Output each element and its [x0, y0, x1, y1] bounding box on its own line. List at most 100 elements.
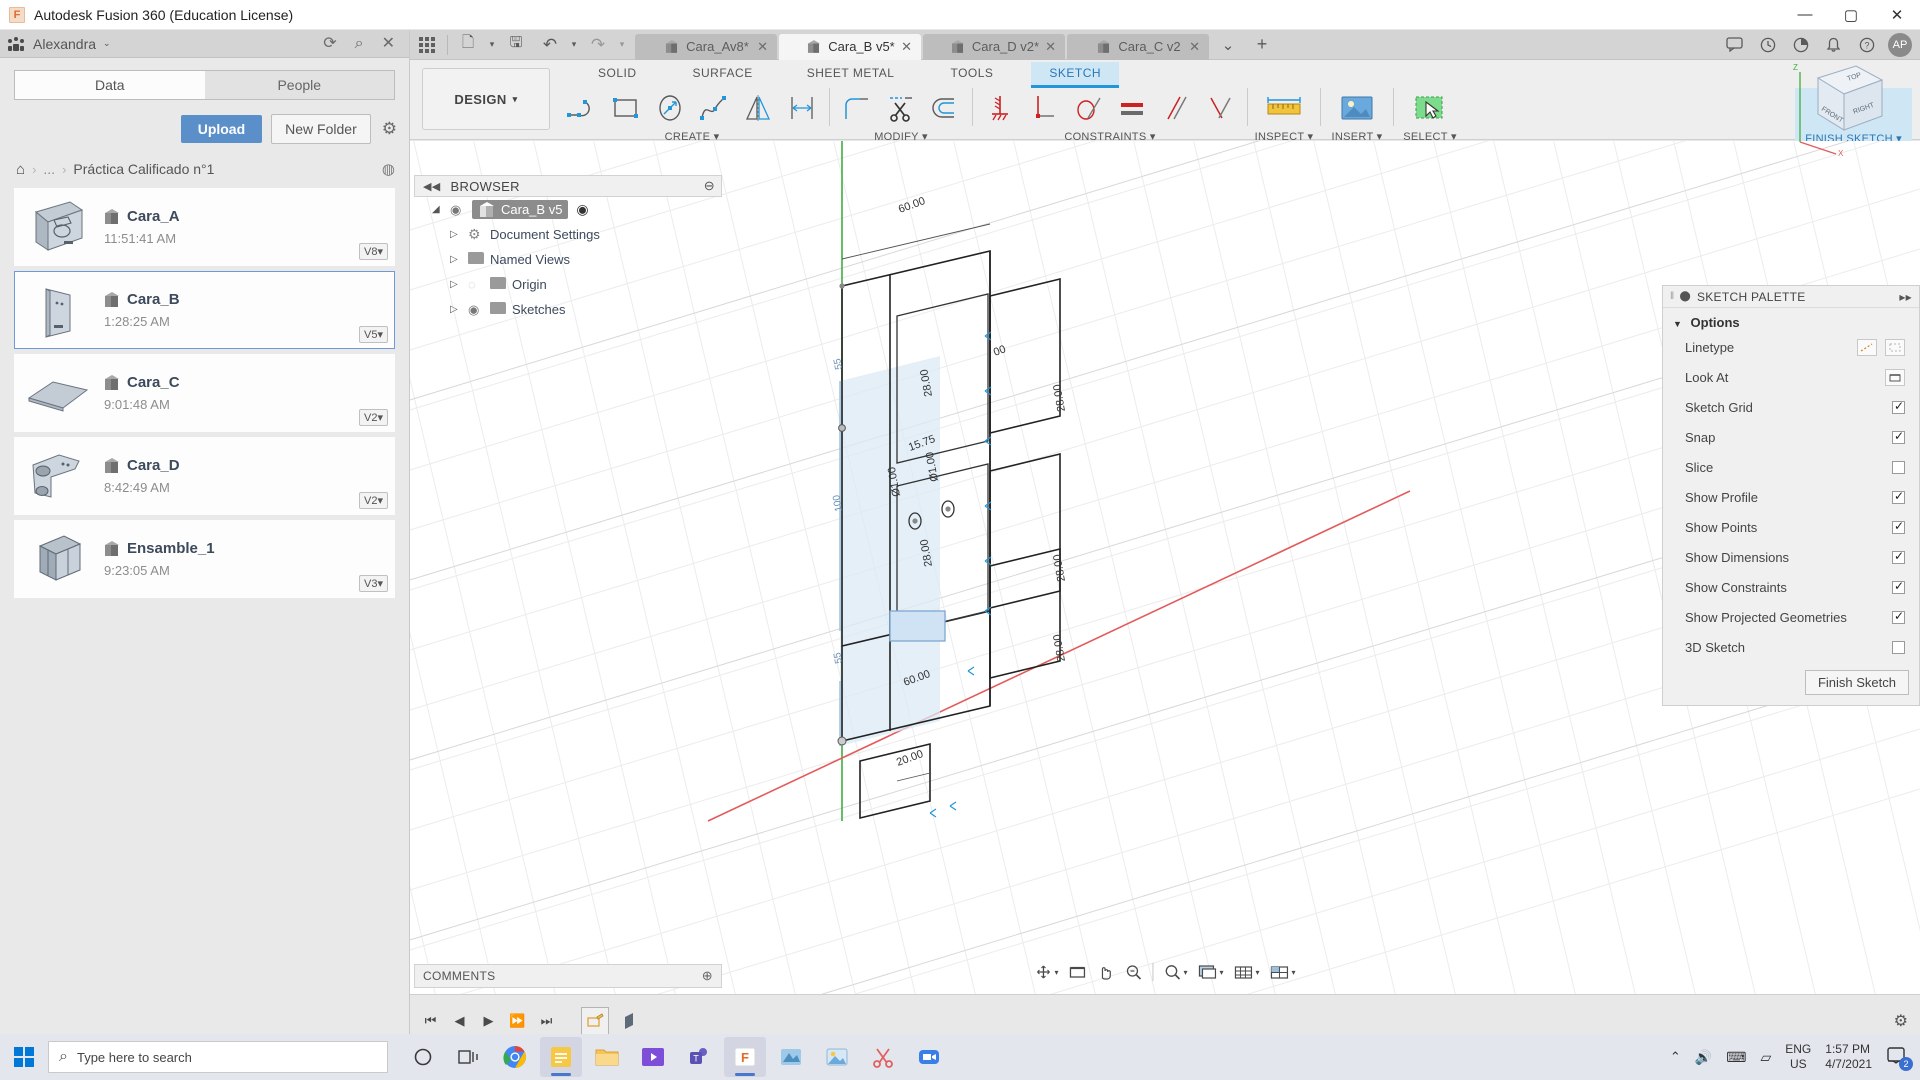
expand-arrow-icon[interactable]: ▷ [450, 254, 468, 265]
extrude-feature-icon[interactable] [615, 1007, 643, 1035]
tab-sheet-metal[interactable]: SHEET METAL [789, 62, 913, 88]
show-profile-checkbox[interactable] [1892, 489, 1905, 504]
palette-row-3d-sketch[interactable]: 3D Sketch [1663, 632, 1919, 662]
measure-icon[interactable] [1262, 88, 1306, 128]
volume-icon[interactable]: 🔊 [1695, 1049, 1712, 1066]
close-tab-icon[interactable]: ✕ [1189, 39, 1200, 55]
insert-image-icon[interactable] [1335, 88, 1379, 128]
fix-icon[interactable] [978, 88, 1022, 128]
show-constraints-checkbox[interactable] [1892, 579, 1905, 594]
step-forward-icon[interactable]: ⏩ [505, 1008, 530, 1033]
visibility-eye-icon[interactable]: ◉ [468, 302, 490, 318]
version-badge[interactable]: V5▾ [359, 326, 388, 343]
centerline-icon[interactable] [1885, 338, 1905, 356]
start-button[interactable] [0, 1034, 48, 1080]
add-comment-icon[interactable]: ⊕ [702, 968, 713, 984]
comment-icon[interactable] [1718, 30, 1751, 60]
select-icon[interactable] [1408, 88, 1452, 128]
user-dropdown-caret-icon[interactable]: ⌄ [103, 38, 111, 49]
palette-row-snap[interactable]: Snap [1663, 422, 1919, 452]
upload-button[interactable]: Upload [180, 115, 263, 143]
close-panel-icon[interactable]: ✕ [382, 35, 395, 52]
undo-icon[interactable]: ↶ [533, 30, 567, 60]
version-badge[interactable]: V2▾ [359, 409, 388, 426]
parallel-icon[interactable] [1154, 88, 1198, 128]
show-dimensions-checkbox[interactable] [1892, 549, 1905, 564]
language-indicator[interactable]: ENG US [1785, 1042, 1811, 1072]
breadcrumb-current-folder[interactable]: Práctica Calificado n°1 [73, 161, 214, 177]
cortana-icon[interactable] [402, 1037, 444, 1077]
version-badge[interactable]: V3▾ [359, 575, 388, 592]
look-at-icon[interactable] [1885, 368, 1905, 386]
palette-row-sketch-grid[interactable]: Sketch Grid [1663, 392, 1919, 422]
workspace-switcher[interactable]: DESIGN ▾ [422, 68, 550, 130]
list-item[interactable]: Ensamble_1 9:23:05 AM V3▾ [14, 520, 395, 598]
skip-start-icon[interactable]: ⏮ [418, 1008, 443, 1033]
refresh-icon[interactable]: ⟳ [323, 35, 336, 52]
tab-people[interactable]: People [204, 70, 395, 100]
rectangle-icon[interactable] [604, 88, 648, 128]
3d-sketch-checkbox[interactable] [1892, 640, 1905, 654]
tray-expand-icon[interactable]: ⌃ [1670, 1049, 1681, 1065]
spline-icon[interactable] [692, 88, 736, 128]
equal-icon[interactable] [1110, 88, 1154, 128]
snip-icon[interactable] [862, 1037, 904, 1077]
show-projected-geometries-checkbox[interactable] [1892, 609, 1905, 624]
expand-arrow-icon[interactable]: ◢ [432, 204, 450, 215]
document-tab-cara-b[interactable]: Cara_B v5* ✕ [779, 33, 921, 60]
browser-root-node[interactable]: Cara_B v5 [472, 200, 569, 219]
circle-icon[interactable] [648, 88, 692, 128]
wifi-icon[interactable]: ▱ [1760, 1049, 1771, 1066]
activate-component-icon[interactable]: ◉ [576, 201, 588, 218]
undo-caret-icon[interactable]: ▾ [567, 30, 581, 60]
grid-apps-icon[interactable] [410, 30, 444, 60]
sketch-palette-header[interactable]: ‖ ⬤ SKETCH PALETTE ▸▸ [1663, 286, 1919, 308]
browser-minimize-icon[interactable]: ⊖ [704, 178, 721, 194]
perpendicular-icon[interactable] [1022, 88, 1066, 128]
browser-item-origin[interactable]: ▷ ◌ Origin [414, 272, 722, 297]
autocad-icon[interactable] [770, 1037, 812, 1077]
palette-row-show-profile[interactable]: Show Profile [1663, 482, 1919, 512]
file-explorer-icon[interactable] [586, 1037, 628, 1077]
pan-icon[interactable] [1092, 960, 1118, 984]
rectangular-pattern-icon[interactable] [780, 88, 824, 128]
expand-arrow-icon[interactable]: ▷ [450, 279, 468, 290]
fit-icon[interactable]: ▾ [1159, 960, 1191, 984]
list-item[interactable]: Cara_A 11:51:41 AM V8▾ [14, 188, 395, 266]
snap-checkbox[interactable] [1892, 429, 1905, 444]
new-folder-button[interactable]: New Folder [271, 114, 371, 144]
close-tab-icon[interactable]: ✕ [757, 39, 768, 55]
grid-snap-icon[interactable]: ▾ [1230, 960, 1264, 984]
search-icon[interactable]: ⌕ [355, 35, 364, 52]
palette-row-show-projected-geometries[interactable]: Show Projected Geometries [1663, 602, 1919, 632]
notification-center-icon[interactable]: 2 [1886, 1046, 1913, 1071]
visibility-eye-icon[interactable]: ◉ [450, 202, 472, 218]
browser-item-document-settings[interactable]: ▷ ⚙ Document Settings [414, 222, 722, 247]
palette-row-show-dimensions[interactable]: Show Dimensions [1663, 542, 1919, 572]
breadcrumb-ellipsis[interactable]: ... [43, 161, 55, 177]
palette-row-linetype[interactable]: Linetype [1663, 332, 1919, 362]
close-tab-icon[interactable]: ✕ [901, 39, 912, 55]
tab-solid[interactable]: SOLID [580, 62, 655, 88]
clock[interactable]: 1:57 PM 4/7/2021 [1825, 1042, 1872, 1072]
offset-icon[interactable] [923, 88, 967, 128]
palette-row-show-points[interactable]: Show Points [1663, 512, 1919, 542]
timeline-settings-icon[interactable]: ⚙ [1894, 1011, 1908, 1031]
visibility-eye-icon[interactable]: ◌ [468, 277, 490, 292]
zoom-app-icon[interactable] [908, 1037, 950, 1077]
task-view-icon[interactable] [448, 1037, 490, 1077]
step-back-icon[interactable]: ◀ [447, 1008, 472, 1033]
palette-row-show-constraints[interactable]: Show Constraints [1663, 572, 1919, 602]
tab-overflow-caret-icon[interactable]: ⌄ [1211, 30, 1245, 60]
tangent-icon[interactable] [1066, 88, 1110, 128]
options-section-header[interactable]: ▼ Options [1663, 308, 1919, 332]
document-tab-cara-d[interactable]: Cara_D v2* ✕ [923, 33, 1065, 60]
skip-end-icon[interactable]: ⏭ [534, 1008, 559, 1033]
coincident-icon[interactable] [1198, 88, 1242, 128]
new-document-icon[interactable]: 🗋 [451, 30, 485, 60]
keyboard-icon[interactable]: ⌨ [1726, 1049, 1746, 1066]
minimize-button[interactable]: — [1782, 0, 1828, 30]
list-item[interactable]: Cara_B 1:28:25 AM V5▾ [14, 271, 395, 349]
list-item[interactable]: Cara_C 9:01:48 AM V2▾ [14, 354, 395, 432]
chrome-icon[interactable] [494, 1037, 536, 1077]
